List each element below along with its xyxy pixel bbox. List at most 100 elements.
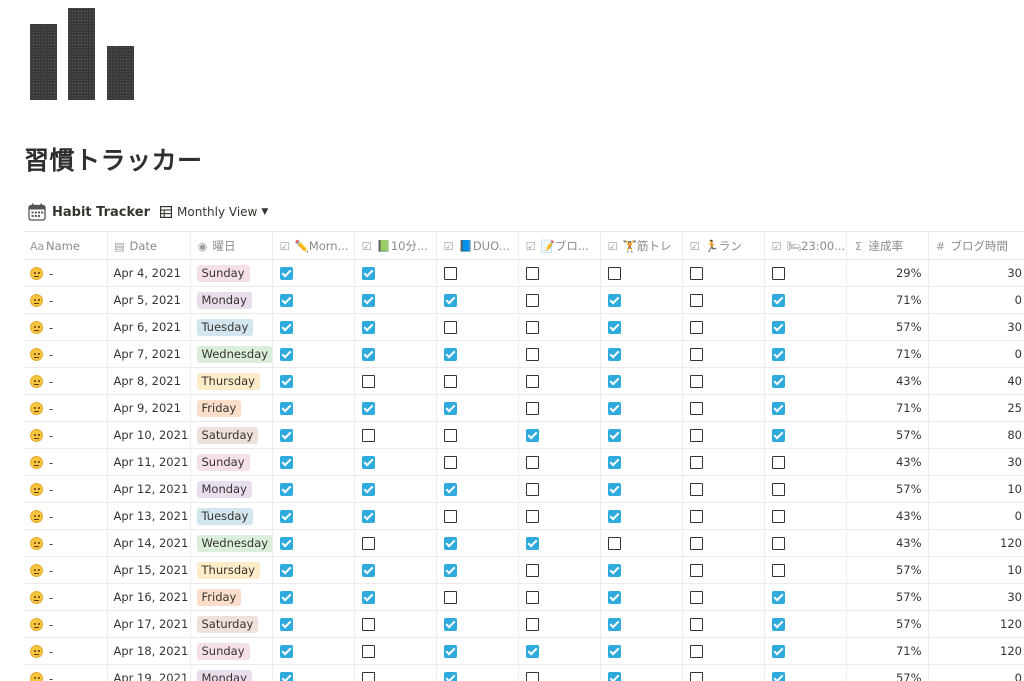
- checkbox-unchecked[interactable]: [689, 483, 703, 496]
- checkbox-checked[interactable]: [443, 294, 457, 307]
- checkbox-checked[interactable]: [607, 321, 621, 334]
- checkbox-unchecked[interactable]: [689, 267, 703, 280]
- completion-rate-cell[interactable]: 57%: [846, 556, 929, 584]
- checkbox-checked[interactable]: [443, 672, 457, 681]
- blog-time-cell[interactable]: 80: [928, 421, 1024, 449]
- checkbox-unchecked[interactable]: [689, 348, 703, 361]
- weekday-cell[interactable]: Saturday: [190, 610, 273, 638]
- column-header-c2[interactable]: ☑ 📗10分...: [354, 231, 437, 260]
- weekday-cell[interactable]: Monday: [190, 664, 273, 681]
- checkbox-unchecked[interactable]: [525, 402, 539, 415]
- completion-rate-cell[interactable]: 57%: [846, 475, 929, 503]
- blog-time-cell[interactable]: 0: [928, 664, 1024, 681]
- name-cell[interactable]: -: [24, 610, 108, 638]
- blog-time-cell[interactable]: 0: [928, 340, 1024, 368]
- blog-time-cell[interactable]: 120: [928, 529, 1024, 557]
- table-row[interactable]: - Apr 17, 2021 Saturday 57% 120: [24, 610, 1024, 638]
- checkbox-unchecked[interactable]: [443, 456, 457, 469]
- checkbox-checked[interactable]: [443, 483, 457, 496]
- table-row[interactable]: - Apr 10, 2021 Saturday 57% 80: [24, 421, 1024, 449]
- completion-rate-cell[interactable]: 57%: [846, 664, 929, 681]
- completion-rate-cell[interactable]: 43%: [846, 502, 929, 530]
- checkbox-unchecked[interactable]: [689, 294, 703, 307]
- checkbox-unchecked[interactable]: [689, 591, 703, 604]
- blog-time-cell[interactable]: 25: [928, 394, 1024, 422]
- checkbox-unchecked[interactable]: [771, 267, 785, 280]
- checkbox-checked[interactable]: [771, 321, 785, 334]
- weekday-cell[interactable]: Sunday: [190, 259, 273, 287]
- table-row[interactable]: - Apr 19, 2021 Monday 57% 0: [24, 664, 1024, 681]
- checkbox-unchecked[interactable]: [689, 618, 703, 631]
- completion-rate-cell[interactable]: 43%: [846, 448, 929, 476]
- column-header-rate[interactable]: Σ 達成率: [846, 231, 929, 260]
- completion-rate-cell[interactable]: 71%: [846, 340, 929, 368]
- checkbox-checked[interactable]: [771, 429, 785, 442]
- checkbox-unchecked[interactable]: [525, 267, 539, 280]
- table-row[interactable]: - Apr 13, 2021 Tuesday 43% 0: [24, 502, 1024, 530]
- name-cell[interactable]: -: [24, 556, 108, 584]
- checkbox-checked[interactable]: [607, 564, 621, 577]
- checkbox-checked[interactable]: [279, 456, 293, 469]
- completion-rate-cell[interactable]: 43%: [846, 367, 929, 395]
- checkbox-unchecked[interactable]: [525, 321, 539, 334]
- checkbox-unchecked[interactable]: [525, 618, 539, 631]
- completion-rate-cell[interactable]: 29%: [846, 259, 929, 287]
- checkbox-checked[interactable]: [771, 645, 785, 658]
- blog-time-cell[interactable]: 120: [928, 610, 1024, 638]
- checkbox-unchecked[interactable]: [525, 375, 539, 388]
- checkbox-unchecked[interactable]: [689, 402, 703, 415]
- checkbox-checked[interactable]: [361, 564, 375, 577]
- checkbox-checked[interactable]: [279, 402, 293, 415]
- checkbox-unchecked[interactable]: [361, 537, 375, 550]
- checkbox-unchecked[interactable]: [361, 375, 375, 388]
- date-cell[interactable]: Apr 12, 2021: [107, 475, 191, 503]
- table-row[interactable]: - Apr 5, 2021 Monday 71% 0: [24, 286, 1024, 314]
- checkbox-unchecked[interactable]: [689, 672, 703, 681]
- column-header-name[interactable]: Aa Name: [24, 231, 108, 260]
- weekday-cell[interactable]: Wednesday: [190, 529, 273, 557]
- checkbox-unchecked[interactable]: [525, 510, 539, 523]
- completion-rate-cell[interactable]: 71%: [846, 637, 929, 665]
- checkbox-unchecked[interactable]: [443, 591, 457, 604]
- checkbox-unchecked[interactable]: [607, 267, 621, 280]
- checkbox-checked[interactable]: [443, 564, 457, 577]
- column-header-c7[interactable]: ☑ 🛏23:00...: [764, 231, 847, 260]
- checkbox-unchecked[interactable]: [525, 456, 539, 469]
- table-row[interactable]: - Apr 12, 2021 Monday 57% 10: [24, 475, 1024, 503]
- checkbox-checked[interactable]: [361, 591, 375, 604]
- completion-rate-cell[interactable]: 57%: [846, 313, 929, 341]
- column-header-weekday[interactable]: ◉ 曜日: [190, 231, 273, 260]
- weekday-cell[interactable]: Saturday: [190, 421, 273, 449]
- table-row[interactable]: - Apr 16, 2021 Friday 57% 30: [24, 583, 1024, 611]
- column-header-date[interactable]: ▤ Date: [107, 231, 191, 260]
- date-cell[interactable]: Apr 18, 2021: [107, 637, 191, 665]
- checkbox-checked[interactable]: [279, 510, 293, 523]
- checkbox-unchecked[interactable]: [689, 564, 703, 577]
- date-cell[interactable]: Apr 4, 2021: [107, 259, 191, 287]
- name-cell[interactable]: -: [24, 583, 108, 611]
- checkbox-unchecked[interactable]: [443, 267, 457, 280]
- checkbox-checked[interactable]: [279, 645, 293, 658]
- table-row[interactable]: - Apr 11, 2021 Sunday 43% 30: [24, 448, 1024, 476]
- checkbox-unchecked[interactable]: [443, 429, 457, 442]
- checkbox-checked[interactable]: [771, 672, 785, 681]
- checkbox-checked[interactable]: [279, 672, 293, 681]
- completion-rate-cell[interactable]: 57%: [846, 583, 929, 611]
- checkbox-unchecked[interactable]: [689, 456, 703, 469]
- table-row[interactable]: - Apr 4, 2021 Sunday 29% 30: [24, 259, 1024, 287]
- checkbox-unchecked[interactable]: [607, 537, 621, 550]
- checkbox-unchecked[interactable]: [525, 294, 539, 307]
- date-cell[interactable]: Apr 9, 2021: [107, 394, 191, 422]
- name-cell[interactable]: -: [24, 421, 108, 449]
- table-row[interactable]: - Apr 14, 2021 Wednesday 43% 120: [24, 529, 1024, 557]
- checkbox-checked[interactable]: [771, 348, 785, 361]
- checkbox-checked[interactable]: [361, 402, 375, 415]
- checkbox-unchecked[interactable]: [361, 645, 375, 658]
- name-cell[interactable]: -: [24, 394, 108, 422]
- checkbox-checked[interactable]: [279, 321, 293, 334]
- completion-rate-cell[interactable]: 71%: [846, 286, 929, 314]
- checkbox-checked[interactable]: [361, 321, 375, 334]
- checkbox-checked[interactable]: [443, 618, 457, 631]
- completion-rate-cell[interactable]: 43%: [846, 529, 929, 557]
- blog-time-cell[interactable]: 0: [928, 286, 1024, 314]
